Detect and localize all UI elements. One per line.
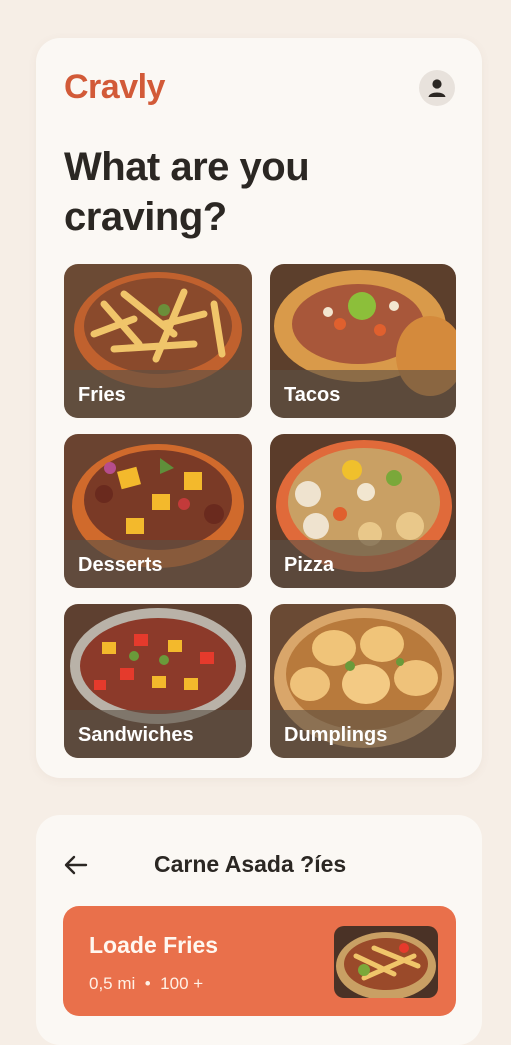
result-count: 100 + <box>160 974 204 993</box>
result-card-loaded-fries[interactable]: Loade Fries 0,5 mi • 100 + <box>63 906 456 1016</box>
category-label: Dumplings <box>284 724 388 746</box>
page-title: What are you craving? <box>64 145 310 239</box>
category-tile-dumplings[interactable]: Dumplings <box>270 604 456 758</box>
result-meta: 0,5 mi • 100 + <box>89 974 203 994</box>
result-distance: 0,5 mi <box>89 974 136 993</box>
category-tile-fries[interactable]: Fries <box>64 264 252 418</box>
arrow-left-icon <box>64 855 88 875</box>
app-brand: Cravly <box>64 68 165 106</box>
sheet-title: Carne Asada ?íes <box>154 851 347 877</box>
category-card: Cravly What are you craving? Fries Tacos… <box>36 38 482 778</box>
category-label: Sandwiches <box>78 724 194 746</box>
category-tile-desserts[interactable]: Desserts <box>64 434 252 588</box>
category-tile-pizza[interactable]: Pizza <box>270 434 456 588</box>
category-label: Fries <box>78 384 126 406</box>
category-tile-tacos[interactable]: Tacos <box>270 264 456 418</box>
profile-button[interactable] <box>419 70 455 106</box>
user-icon <box>428 79 446 97</box>
result-thumbnail <box>334 926 438 998</box>
category-label: Desserts <box>78 554 163 576</box>
category-tile-sandwiches[interactable]: Sandwiches <box>64 604 252 758</box>
category-grid: Fries Tacos Desserts Pizza Sandwiches Du… <box>64 264 456 758</box>
results-sheet: Carne Asada ?íes Loade Fries 0,5 mi • 10… <box>36 815 482 1045</box>
category-label: Tacos <box>284 384 341 406</box>
category-label: Pizza <box>284 554 335 576</box>
result-name: Loade Fries <box>89 932 219 958</box>
meta-separator: • <box>144 974 151 993</box>
fries-thumbnail-image <box>334 926 438 998</box>
back-button[interactable] <box>62 851 90 879</box>
